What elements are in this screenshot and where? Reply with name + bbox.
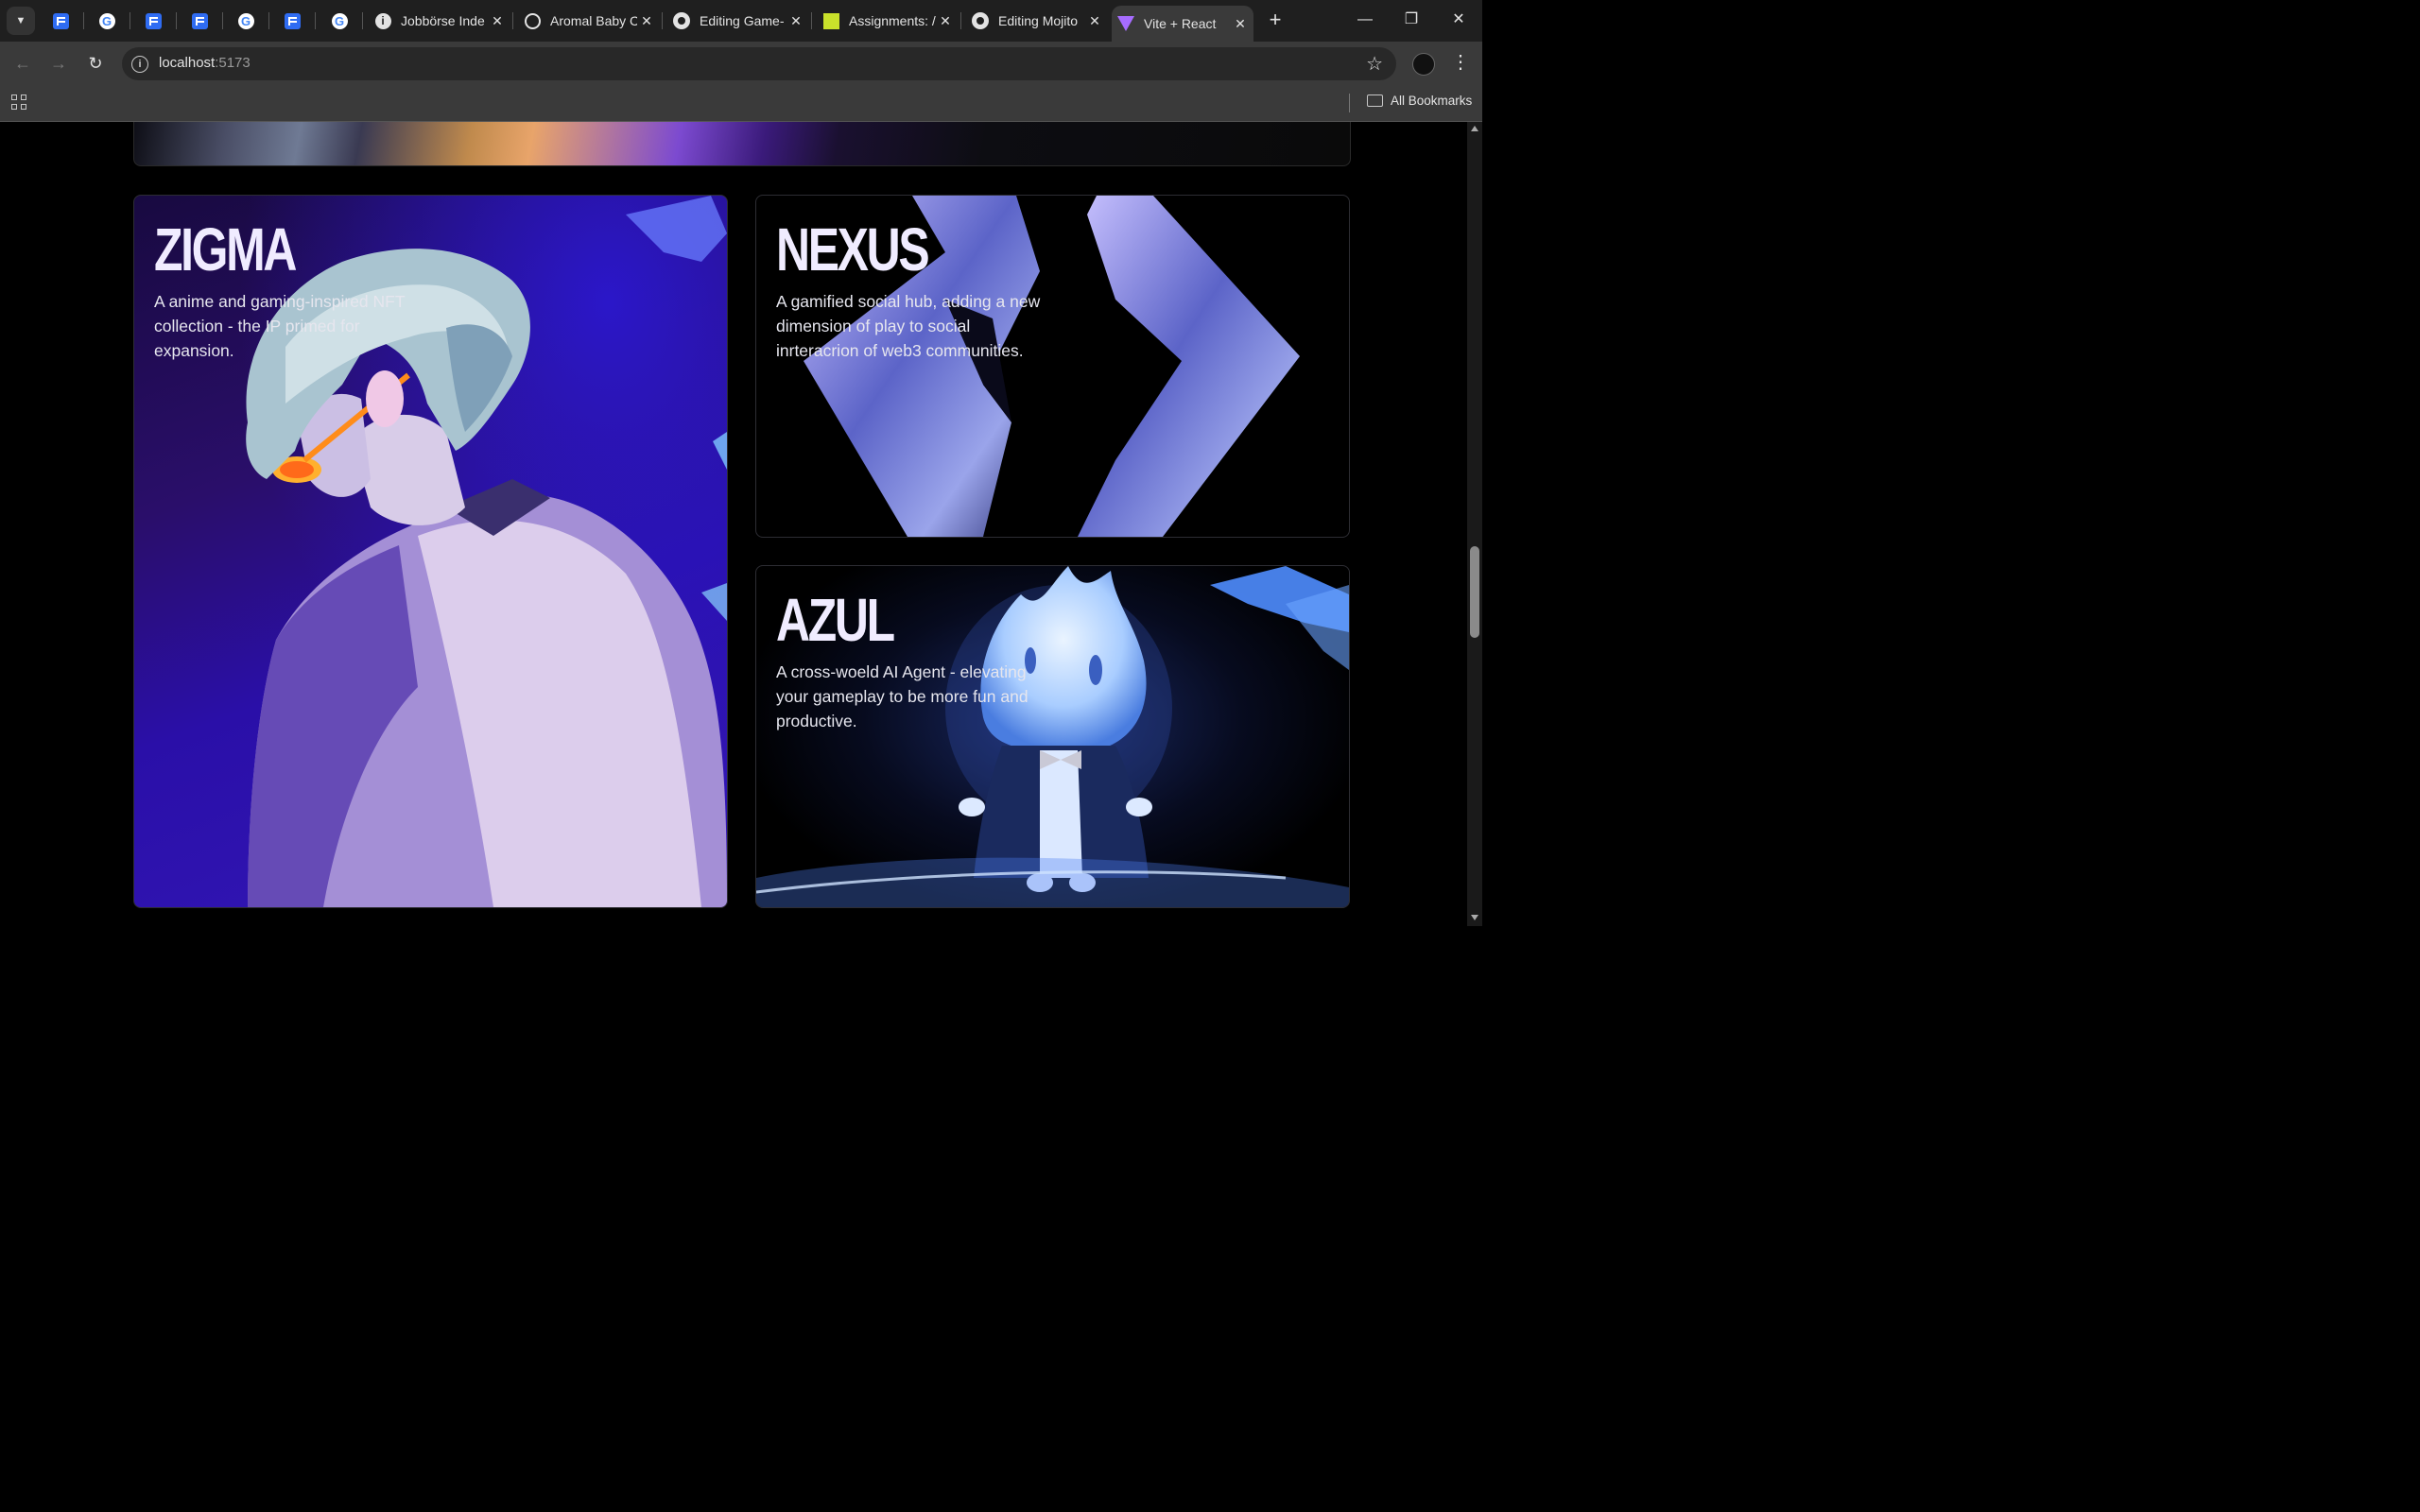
tab-title: Aromal Baby C [550,13,637,28]
bookmarks-bar: All Bookmarks [0,85,1482,122]
tab-separator [811,12,812,29]
bookmarks-separator [1349,94,1350,112]
tab-strip: ▼ G G G i Jobbörse Inde ✕ Aromal Baby C … [0,0,1482,42]
zigma-card[interactable]: ZIGMA A anime and gaming-inspired NFT co… [133,195,728,908]
chevron-down-icon: ▼ [15,15,26,26]
pinned-tab-google[interactable]: G [234,9,257,32]
close-icon[interactable]: ✕ [1231,16,1250,32]
reload-button[interactable]: ↻ [82,50,109,77]
zigma-title: ZIGMA [154,215,297,284]
google-icon: G [237,12,254,29]
vite-icon [1117,16,1134,31]
apps-grid-icon[interactable] [11,94,28,112]
close-icon[interactable]: ✕ [1085,13,1104,29]
url-port: :5173 [215,55,251,71]
scroll-down-arrow-icon[interactable] [1471,915,1478,920]
reload-icon: ↻ [88,54,103,73]
docs-icon [284,12,301,29]
assignments-icon [822,12,839,29]
pinned-tab-docs[interactable] [142,9,164,32]
previous-feature-card[interactable] [133,122,1351,166]
github-icon [972,12,989,29]
tab-jobborse[interactable]: i Jobbörse Inde ✕ [369,6,510,36]
tab-separator [315,12,316,29]
tab-title: Jobbörse Inde [401,13,485,28]
folder-icon [1367,94,1383,107]
close-icon[interactable]: ✕ [488,13,507,29]
google-icon: G [98,12,115,29]
tab-editing-mojito[interactable]: Editing Mojito ✕ [966,6,1108,36]
pinned-tab-google[interactable]: G [95,9,118,32]
all-bookmarks-button[interactable]: All Bookmarks [1391,94,1472,108]
tab-separator [512,12,513,29]
forward-button[interactable]: → [45,50,72,77]
arrow-left-icon: ← [14,54,31,73]
browser-toolbar: ← → ↻ i localhost:5173 ☆ ⋮ [0,42,1482,85]
pinned-tab-docs[interactable] [281,9,303,32]
close-icon: ✕ [1452,11,1465,27]
page-viewport: ZIGMA A anime and gaming-inspired NFT co… [0,122,1467,926]
more-menu-icon[interactable]: ⋮ [1451,51,1470,74]
tab-title: Editing Mojito [998,13,1079,28]
plus-icon: + [1269,8,1282,31]
tab-title: Assignments: / [849,13,936,28]
info-icon: i [374,12,391,29]
minimize-button[interactable]: — [1346,8,1384,32]
nexus-card[interactable]: NEXUS A gamified social hub, adding a ne… [755,195,1350,538]
docs-icon [145,12,162,29]
tab-separator [176,12,177,29]
scrollbar-thumb[interactable] [1470,546,1479,638]
docs-icon [191,12,208,29]
tab-separator [662,12,663,29]
tab-vite-react[interactable]: Vite + React ✕ [1112,6,1253,42]
tab-aromal[interactable]: Aromal Baby C ✕ [518,6,660,36]
tab-separator [83,12,84,29]
azul-card[interactable]: AZUL A cross-woeld AI Agent - elevating … [755,565,1350,908]
site-info-icon[interactable]: i [131,56,148,73]
tab-separator [960,12,961,29]
restore-button[interactable]: ❐ [1392,8,1430,32]
nexus-description: A gamified social hub, adding a new dime… [776,292,1041,360]
docs-icon [52,12,69,29]
tab-separator [362,12,363,29]
bookmark-star-icon[interactable]: ☆ [1366,52,1383,76]
close-window-button[interactable]: ✕ [1440,8,1478,32]
tab-search-button[interactable]: ▼ [7,7,35,35]
swirl-icon [524,12,541,29]
tab-separator [268,12,269,29]
restore-icon: ❐ [1404,11,1419,27]
tab-separator [222,12,223,29]
pinned-tab-google[interactable]: G [328,9,351,32]
azul-description: A cross-woeld AI Agent - elevating your … [776,662,1028,730]
tab-assignments[interactable]: Assignments: / ✕ [817,6,959,36]
github-icon [673,12,690,29]
azul-title: AZUL [776,586,895,654]
url-text[interactable]: localhost:5173 [159,55,251,71]
close-icon[interactable]: ✕ [936,13,955,29]
back-button[interactable]: ← [9,50,36,77]
minimize-icon: — [1357,11,1373,27]
pinned-tab-docs[interactable] [188,9,211,32]
scroll-up-arrow-icon[interactable] [1471,126,1478,131]
arrow-right-icon: → [50,54,67,73]
close-icon[interactable]: ✕ [786,13,805,29]
address-bar[interactable]: i localhost:5173 ☆ [122,47,1396,80]
page-scrollbar[interactable] [1467,122,1482,926]
url-host: localhost [159,55,216,71]
google-icon: G [331,12,348,29]
profile-avatar[interactable] [1412,53,1435,76]
new-tab-button[interactable]: + [1263,8,1288,32]
tab-title: Editing Game- [700,13,785,28]
nexus-title: NEXUS [776,215,930,284]
pinned-tab-docs[interactable] [49,9,72,32]
tab-title: Vite + React [1144,16,1217,31]
close-icon[interactable]: ✕ [637,13,656,29]
tab-editing-game[interactable]: Editing Game- ✕ [667,6,809,36]
zigma-description: A anime and gaming-inspired NFT collecti… [154,292,406,360]
